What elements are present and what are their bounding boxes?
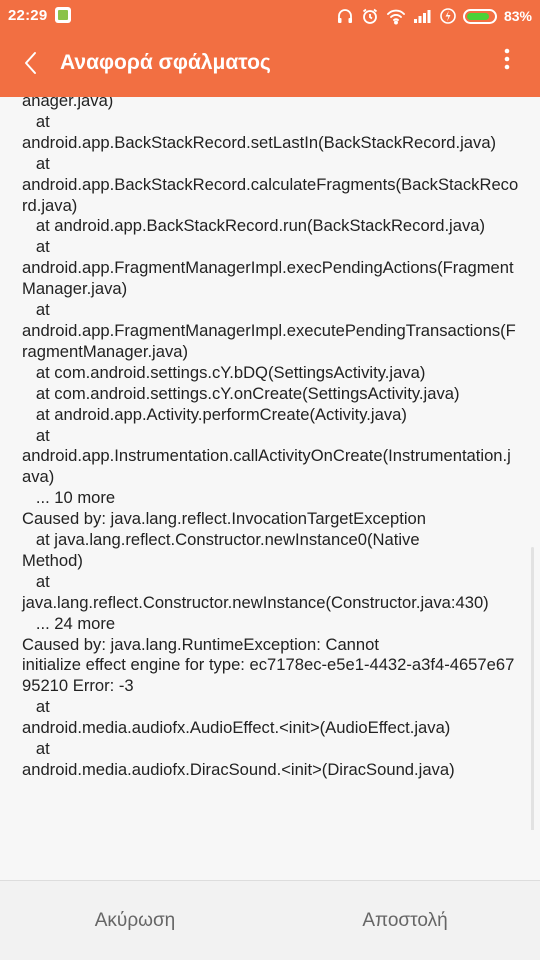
dialog-button-bar: Ακύρωση Αποστολή	[0, 880, 540, 960]
more-vert-icon	[504, 48, 510, 75]
error-log-text: anager.java) at android.app.BackStackRec…	[22, 97, 519, 779]
headset-icon	[336, 7, 354, 25]
charging-icon	[440, 7, 456, 25]
app-bar: Αναφορά σφάλματος	[0, 32, 540, 97]
wifi-icon	[386, 7, 406, 25]
battery-level	[466, 12, 489, 20]
status-icons: 83%	[336, 5, 532, 27]
status-time: 22:29	[8, 7, 48, 24]
cancel-button[interactable]: Ακύρωση	[0, 881, 270, 960]
battery-icon	[462, 8, 497, 24]
app-notification-icon	[55, 7, 71, 23]
page-title: Αναφορά σφάλματος	[60, 51, 271, 74]
more-options-button[interactable]	[496, 46, 518, 76]
battery-percent: 83%	[503, 8, 532, 24]
back-arrow-icon	[23, 51, 39, 80]
scrollbar[interactable]	[531, 547, 534, 830]
send-button[interactable]: Αποστολή	[270, 881, 540, 960]
alarm-icon	[361, 7, 379, 25]
error-log-scroll-area[interactable]: anager.java) at android.app.BackStackRec…	[0, 97, 540, 830]
status-bar: 22:29 83%	[0, 0, 540, 32]
signal-icon	[413, 8, 433, 24]
back-button[interactable]	[12, 46, 50, 84]
